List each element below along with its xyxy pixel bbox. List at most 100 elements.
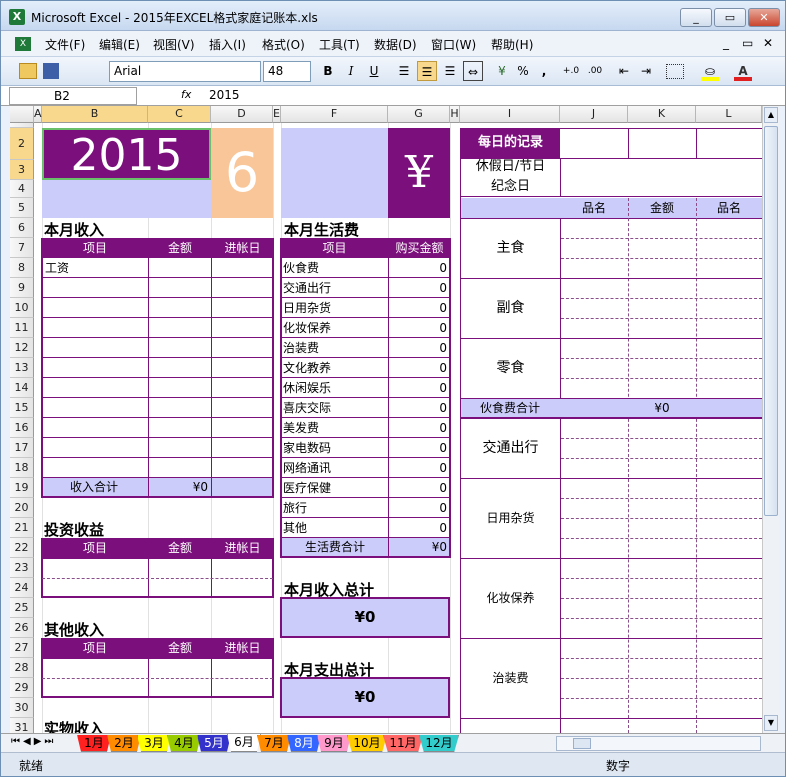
row-header-15[interactable]: 15 bbox=[10, 398, 34, 418]
formula-input[interactable]: 2015 bbox=[209, 88, 240, 102]
living-total-value[interactable]: ¥0 bbox=[388, 537, 450, 557]
row-header-18[interactable]: 18 bbox=[10, 458, 34, 478]
name-box[interactable]: B2 bbox=[9, 87, 137, 105]
income-grand-total[interactable]: ¥0 bbox=[280, 597, 450, 638]
scroll-thumb[interactable] bbox=[764, 126, 778, 516]
row-header-6[interactable]: 6 bbox=[10, 218, 34, 238]
yen-cell[interactable]: ¥ bbox=[388, 128, 450, 218]
living-item-amount[interactable]: 0 bbox=[388, 378, 450, 398]
borders-icon[interactable] bbox=[666, 64, 684, 79]
row-header-25[interactable]: 25 bbox=[10, 598, 34, 618]
underline-button[interactable]: U bbox=[365, 61, 383, 81]
decrease-indent-icon[interactable]: ⇤ bbox=[615, 61, 633, 81]
menu-view[interactable]: 视图(V) bbox=[153, 36, 195, 53]
sheet-tab-2[interactable]: 2月 bbox=[107, 735, 141, 752]
row-header-16[interactable]: 16 bbox=[10, 418, 34, 438]
merge-center-icon[interactable]: ⇔ bbox=[463, 61, 483, 81]
row-header-5[interactable]: 5 bbox=[10, 198, 34, 218]
align-center-icon[interactable]: ☰ bbox=[417, 61, 437, 81]
sheet-tab-10[interactable]: 10月 bbox=[347, 735, 387, 752]
italic-button[interactable]: I bbox=[342, 61, 360, 81]
row-header-20[interactable]: 20 bbox=[10, 498, 34, 518]
open-icon[interactable] bbox=[19, 63, 37, 79]
col-header-f[interactable]: F bbox=[281, 106, 388, 123]
living-item-amount[interactable]: 0 bbox=[388, 298, 450, 318]
col-header-b[interactable]: B bbox=[42, 106, 148, 123]
living-item-label[interactable]: 交通出行 bbox=[283, 278, 331, 298]
sheet-tab-8[interactable]: 8月 bbox=[287, 735, 321, 752]
doc-close-icon[interactable]: ✕ bbox=[763, 36, 773, 50]
living-item-label[interactable]: 医疗保健 bbox=[283, 478, 331, 498]
living-item-amount[interactable]: 0 bbox=[388, 418, 450, 438]
fill-color-icon[interactable]: ⛀ bbox=[701, 61, 719, 81]
menu-help[interactable]: 帮助(H) bbox=[491, 36, 533, 53]
fx-icon[interactable]: fx bbox=[181, 88, 191, 101]
row-header-9[interactable]: 9 bbox=[10, 278, 34, 298]
living-item-amount[interactable]: 0 bbox=[388, 278, 450, 298]
increase-decimal-icon[interactable]: +.0 bbox=[561, 61, 581, 81]
row-header-28[interactable]: 28 bbox=[10, 658, 34, 678]
sheet-tab-3[interactable]: 3月 bbox=[137, 735, 171, 752]
menu-format[interactable]: 格式(O) bbox=[262, 36, 305, 53]
income-total-value[interactable]: ¥0 bbox=[148, 477, 211, 497]
living-item-amount[interactable]: 0 bbox=[388, 318, 450, 338]
living-item-amount[interactable]: 0 bbox=[388, 518, 450, 538]
income-item-salary[interactable]: 工资 bbox=[45, 258, 69, 278]
menu-data[interactable]: 数据(D) bbox=[374, 36, 417, 53]
row-header-4[interactable]: 4 bbox=[10, 180, 34, 198]
living-item-amount[interactable]: 0 bbox=[388, 358, 450, 378]
row-header-3[interactable]: 3 bbox=[10, 160, 34, 180]
col-header-j[interactable]: J bbox=[560, 106, 628, 123]
row-header-7[interactable]: 7 bbox=[10, 238, 34, 258]
living-item-label[interactable]: 喜庆交际 bbox=[283, 398, 331, 418]
col-header-c[interactable]: C bbox=[148, 106, 211, 123]
increase-indent-icon[interactable]: ⇥ bbox=[637, 61, 655, 81]
living-item-label[interactable]: 化妆保养 bbox=[283, 318, 331, 338]
font-color-icon[interactable]: A bbox=[734, 61, 752, 81]
living-item-label[interactable]: 伙食费 bbox=[283, 258, 319, 278]
font-select[interactable]: Arial bbox=[109, 61, 261, 82]
row-header-27[interactable]: 27 bbox=[10, 638, 34, 658]
col-header-l[interactable]: L bbox=[696, 106, 762, 123]
comma-button[interactable]: , bbox=[538, 61, 550, 81]
menu-insert[interactable]: 插入(I) bbox=[209, 36, 246, 53]
sheet-tab-4[interactable]: 4月 bbox=[167, 735, 201, 752]
row-header-22[interactable]: 22 bbox=[10, 538, 34, 558]
row-header-17[interactable]: 17 bbox=[10, 438, 34, 458]
vertical-scrollbar[interactable]: ▲ ▼ bbox=[762, 106, 779, 733]
month-cell[interactable]: 6 bbox=[211, 128, 273, 218]
currency-icon[interactable]: ¥ bbox=[493, 61, 511, 81]
col-header-i[interactable]: I bbox=[460, 106, 560, 123]
menu-edit[interactable]: 编辑(E) bbox=[99, 36, 140, 53]
year-cell[interactable]: 2015 bbox=[42, 128, 211, 181]
row-header-12[interactable]: 12 bbox=[10, 338, 34, 358]
food-total-value[interactable]: ¥0 bbox=[628, 398, 696, 418]
minimize-button[interactable]: _ bbox=[680, 8, 712, 27]
select-all-corner[interactable] bbox=[10, 106, 34, 123]
doc-minimize-icon[interactable]: _ bbox=[723, 36, 729, 50]
col-header-h[interactable]: H bbox=[450, 106, 460, 123]
scroll-down-icon[interactable]: ▼ bbox=[764, 715, 778, 731]
living-item-amount[interactable]: 0 bbox=[388, 438, 450, 458]
row-header-11[interactable]: 11 bbox=[10, 318, 34, 338]
sheet-tab-7[interactable]: 7月 bbox=[257, 735, 291, 752]
save-icon[interactable] bbox=[43, 63, 59, 79]
living-item-label[interactable]: 日用杂货 bbox=[283, 298, 331, 318]
excel-icon[interactable]: X bbox=[9, 9, 25, 25]
living-item-label[interactable]: 旅行 bbox=[283, 498, 307, 518]
row-header-24[interactable]: 24 bbox=[10, 578, 34, 598]
scroll-up-icon[interactable]: ▲ bbox=[764, 107, 778, 123]
align-right-icon[interactable]: ☰ bbox=[441, 61, 459, 81]
sheet-tab-6[interactable]: 6月 bbox=[227, 734, 261, 752]
col-header-e[interactable]: E bbox=[273, 106, 281, 123]
living-item-amount[interactable]: 0 bbox=[388, 338, 450, 358]
row-header-8[interactable]: 8 bbox=[10, 258, 34, 278]
row-header-30[interactable]: 30 bbox=[10, 698, 34, 718]
sheet-tab-5[interactable]: 5月 bbox=[197, 735, 231, 752]
living-item-amount[interactable]: 0 bbox=[388, 458, 450, 478]
bold-button[interactable]: B bbox=[319, 61, 337, 81]
menu-file[interactable]: 文件(F) bbox=[45, 36, 85, 53]
living-item-label[interactable]: 文化教养 bbox=[283, 358, 331, 378]
sheet-tab-1[interactable]: 1月 bbox=[77, 735, 111, 752]
doc-icon[interactable]: X bbox=[15, 37, 31, 51]
